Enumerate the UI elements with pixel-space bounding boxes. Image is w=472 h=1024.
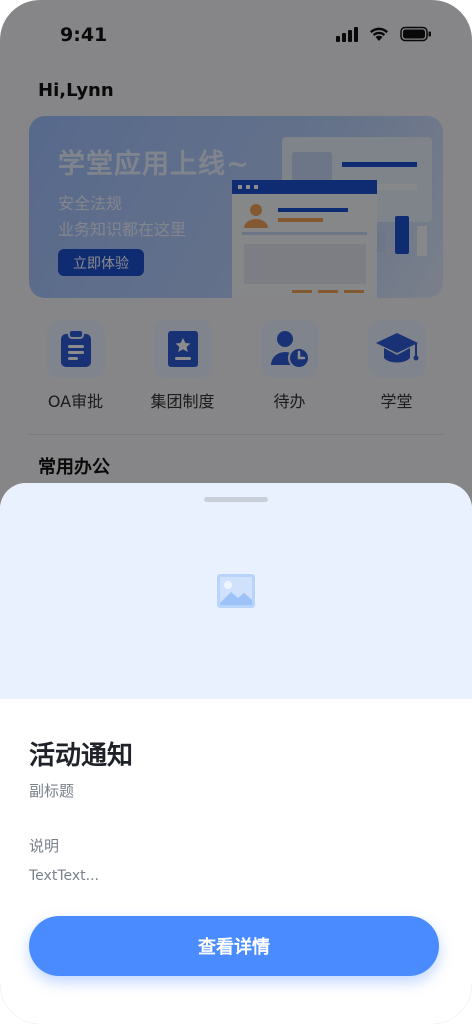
sheet-title: 活动通知 xyxy=(29,741,134,771)
image-placeholder-icon xyxy=(217,574,255,608)
bottom-sheet: 活动通知 副标题 说明 TextText... 查看详情 xyxy=(0,483,472,1024)
drag-handle[interactable] xyxy=(204,497,268,502)
sheet-subtitle: 副标题 xyxy=(29,782,75,800)
description-label: 说明 xyxy=(29,837,60,855)
view-details-button[interactable]: 查看详情 xyxy=(29,916,439,976)
phone-screen: 9:41 Hi,Lynn 学堂应用上线~ 安全法规 业务知识都在这里 立即体验 xyxy=(0,0,472,1024)
sheet-image-area xyxy=(0,483,472,699)
description-text: TextText... xyxy=(29,868,99,884)
